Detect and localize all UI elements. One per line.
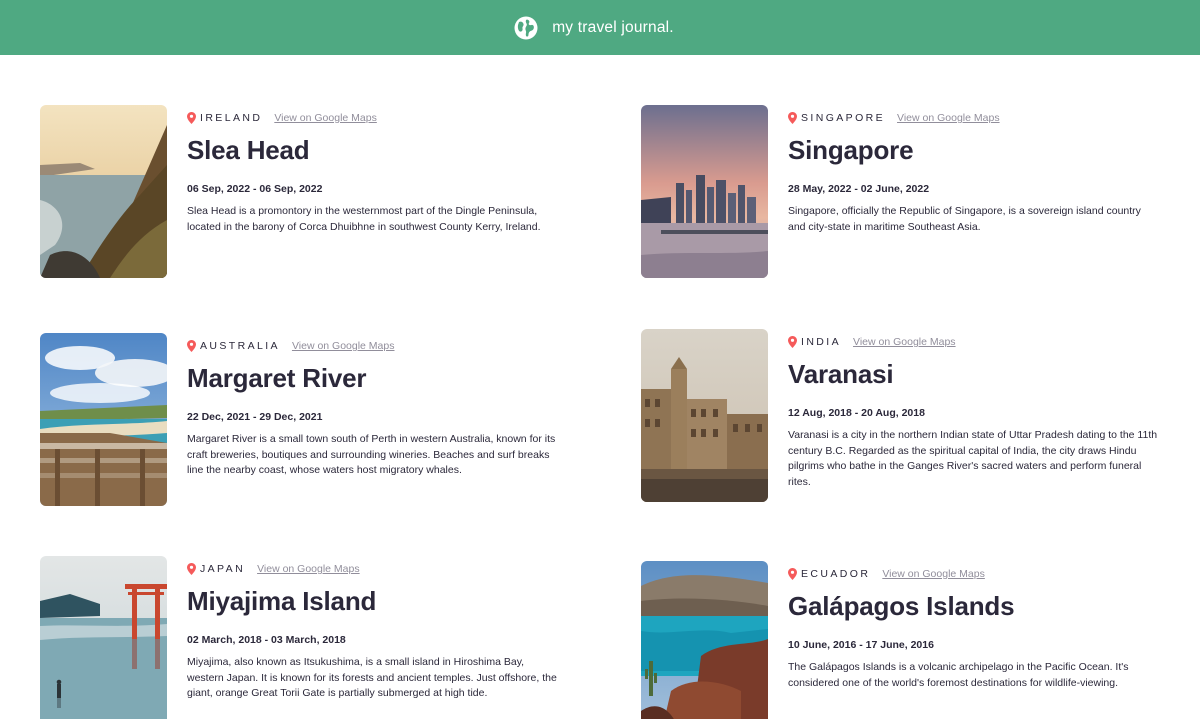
entry-info: AUSTRALIA View on Google Maps Margaret R… (187, 333, 562, 506)
entry-dates: 10 June, 2016 - 17 June, 2016 (788, 639, 934, 651)
location-row: SINGAPORE View on Google Maps (788, 111, 1160, 125)
location-row: INDIA View on Google Maps (788, 335, 1160, 349)
country-label: INDIA (801, 336, 842, 348)
journal-entries: IRELAND View on Google Maps Slea Head 06… (0, 55, 1200, 719)
entry-description: Varanasi is a city in the northern India… (788, 429, 1158, 488)
journal-entry: ECUADOR View on Google Maps Galápagos Is… (641, 561, 1200, 719)
entry-photo-slea-head (40, 105, 167, 278)
entry-photo-miyajima (40, 556, 167, 719)
entry-photo-galapagos (641, 561, 768, 719)
globe-icon (514, 16, 538, 39)
location-row: AUSTRALIA View on Google Maps (187, 339, 562, 353)
entry-description: Miyajima, also known as Itsukushima, is … (187, 656, 557, 700)
google-maps-link[interactable]: View on Google Maps (274, 112, 377, 124)
google-maps-link[interactable]: View on Google Maps (882, 568, 985, 580)
journal-entry: SINGAPORE View on Google Maps Singapore … (641, 105, 1200, 278)
entry-title: Margaret River (187, 363, 367, 393)
entry-info: ECUADOR View on Google Maps Galápagos Is… (788, 561, 1160, 719)
header-brand: my travel journal. (514, 16, 674, 40)
location-row: JAPAN View on Google Maps (187, 562, 562, 576)
google-maps-link[interactable]: View on Google Maps (257, 563, 360, 575)
journal-entry: INDIA View on Google Maps Varanasi 12 Au… (641, 329, 1200, 502)
journal-entry: AUSTRALIA View on Google Maps Margaret R… (40, 333, 600, 506)
country-label: AUSTRALIA (200, 340, 280, 352)
entry-title: Singapore (788, 135, 914, 165)
google-maps-link[interactable]: View on Google Maps (853, 336, 956, 348)
entry-description: Slea Head is a promontory in the western… (187, 205, 541, 233)
location-pin-icon (788, 112, 797, 124)
entry-dates: 22 Dec, 2021 - 29 Dec, 2021 (187, 411, 323, 423)
entry-info: INDIA View on Google Maps Varanasi 12 Au… (788, 329, 1160, 502)
entry-description: The Galápagos Islands is a volcanic arch… (788, 661, 1129, 689)
country-label: IRELAND (200, 112, 263, 124)
journal-entry: IRELAND View on Google Maps Slea Head 06… (40, 105, 600, 278)
entry-description: Singapore, officially the Republic of Si… (788, 205, 1141, 233)
country-label: ECUADOR (801, 568, 871, 580)
entry-dates: 02 March, 2018 - 03 March, 2018 (187, 634, 346, 646)
location-row: ECUADOR View on Google Maps (788, 567, 1160, 581)
location-pin-icon (187, 563, 196, 575)
entry-info: IRELAND View on Google Maps Slea Head 06… (187, 105, 562, 278)
location-row: IRELAND View on Google Maps (187, 111, 562, 125)
location-pin-icon (788, 336, 797, 348)
country-label: JAPAN (200, 563, 246, 575)
entry-photo-margaret-river (40, 333, 167, 506)
entry-dates: 12 Aug, 2018 - 20 Aug, 2018 (788, 407, 925, 419)
entry-dates: 06 Sep, 2022 - 06 Sep, 2022 (187, 183, 323, 195)
entry-photo-varanasi (641, 329, 768, 502)
entry-title: Galápagos Islands (788, 591, 1015, 621)
entry-title: Slea Head (187, 135, 310, 165)
location-pin-icon (187, 112, 196, 124)
entry-photo-singapore (641, 105, 768, 278)
entry-dates: 28 May, 2022 - 02 June, 2022 (788, 183, 930, 195)
entry-title: Miyajima Island (187, 586, 377, 616)
google-maps-link[interactable]: View on Google Maps (292, 340, 395, 352)
journal-entry: JAPAN View on Google Maps Miyajima Islan… (40, 556, 600, 719)
location-pin-icon (788, 568, 797, 580)
location-pin-icon (187, 340, 196, 352)
entry-title: Varanasi (788, 359, 894, 389)
entry-description: Margaret River is a small town south of … (187, 433, 556, 477)
entry-info: JAPAN View on Google Maps Miyajima Islan… (187, 556, 562, 719)
entry-info: SINGAPORE View on Google Maps Singapore … (788, 105, 1160, 278)
google-maps-link[interactable]: View on Google Maps (897, 112, 1000, 124)
country-label: SINGAPORE (801, 112, 886, 124)
app-title: my travel journal. (552, 18, 674, 36)
app-header: my travel journal. (0, 0, 1200, 55)
